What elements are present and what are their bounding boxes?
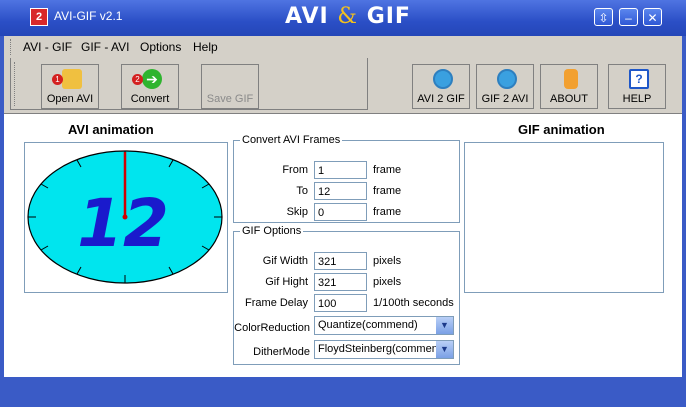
chevron-down-icon[interactable]: ▼ [436,341,453,358]
toolbar-left-group: 1 Open AVI ➔ 2 Convert Save GIF [10,58,368,110]
about-person-icon [564,69,578,89]
frame-delay-unit: 1/100th seconds [373,297,454,309]
gif-width-unit: pixels [373,255,402,267]
minimize-icon: – [625,11,632,25]
close-button[interactable]: ✕ [643,8,662,26]
avi-2-gif-icon [433,69,453,89]
save-gif-label: Save GIF [206,93,254,105]
color-reduction-select[interactable]: Quantize(commend) ▼ [314,316,454,335]
folder-open-icon [62,69,82,89]
help-question-icon: ? [629,69,649,89]
about-label: ABOUT [550,93,588,105]
brand-avi: AVI [285,4,329,29]
close-icon: ✕ [647,11,658,25]
menu-options[interactable]: Options [140,40,181,54]
to-frame-input[interactable]: 12 [314,182,367,200]
step-1-badge-icon: 1 [52,74,63,85]
restore-icon: ⇳ [598,11,609,25]
gif-animation-title: GIF animation [518,122,605,137]
dither-mode-label: DitherMode [253,346,310,358]
avi-2-gif-label: AVI 2 GIF [417,93,465,105]
about-button[interactable]: ABOUT [540,64,598,109]
frame-delay-input[interactable]: 100 [314,294,367,312]
menu-gif-avi[interactable]: GIF - AVI [81,40,129,54]
convert-arrow-icon: ➔ [142,69,162,89]
skip-unit: frame [373,206,402,218]
menu-help[interactable]: Help [193,40,218,54]
chevron-down-icon[interactable]: ▼ [436,317,453,334]
gif-width-label: Gif Width [262,255,308,267]
gif-2-avi-label: GIF 2 AVI [481,93,529,105]
skip-label: Skip [286,206,308,218]
dither-mode-select[interactable]: FloydSteinberg(commend ▼ [314,340,454,359]
menu-bar: AVI - GIF GIF - AVI Options Help [4,36,682,58]
clock-digits: 12 [77,185,169,262]
from-frame-input[interactable]: 1 [314,161,367,179]
help-button[interactable]: ? HELP [608,64,666,109]
menu-avi-gif[interactable]: AVI - GIF [23,40,72,54]
toolbar-grip [14,62,17,106]
gif-height-label: Gif Hight [265,276,308,288]
avi-preview-pane: 12 [24,142,228,293]
restore-button[interactable]: ⇳ [594,8,613,26]
gif-2-avi-button[interactable]: GIF 2 AVI [476,64,534,109]
convert-frames-legend: Convert AVI Frames [242,134,341,146]
main-panel: AVI animation 12 Convert AVI Frames From… [4,113,682,377]
avi-2-gif-button[interactable]: AVI 2 GIF [412,64,470,109]
toolbar: 1 Open AVI ➔ 2 Convert Save GIF AVI 2 GI… [4,58,682,113]
gif-height-unit: pixels [373,276,402,288]
color-reduction-value: Quantize(commend) [318,319,418,331]
open-avi-button[interactable]: 1 Open AVI [41,64,99,109]
title-bar[interactable]: 2 AVI-GIF v2.1 AVI & GIF ⇳ – ✕ [0,0,686,36]
brand-gif: GIF [366,4,411,29]
gif-height-input[interactable]: 321 [314,273,367,291]
convert-label: Convert [130,93,170,105]
save-gif-button[interactable]: Save GIF [201,64,259,109]
gif-options-legend: GIF Options [242,225,302,237]
open-avi-label: Open AVI [46,93,94,105]
color-reduction-label: ColorReduction [234,322,310,334]
gif-preview-pane [464,142,664,293]
frame-delay-label: Frame Delay [245,297,308,309]
brand-ampersand: & [337,4,359,29]
skip-frame-input[interactable]: 0 [314,203,367,221]
app-icon[interactable]: 2 [30,8,48,26]
menu-grip [10,39,13,55]
minimize-button[interactable]: – [619,8,638,26]
gif-width-input[interactable]: 321 [314,252,367,270]
from-label: From [282,164,308,176]
step-2-badge-icon: 2 [132,74,143,85]
clock-center [122,214,128,220]
to-label: To [296,185,308,197]
from-unit: frame [373,164,402,176]
app-window: 2 AVI-GIF v2.1 AVI & GIF ⇳ – ✕ AVI - GIF… [0,0,686,407]
help-label: HELP [622,93,652,105]
window-title: AVI-GIF v2.1 [54,9,123,23]
convert-button[interactable]: ➔ 2 Convert [121,64,179,109]
dither-mode-value: FloydSteinberg(commend [318,343,444,355]
clock-frame-image: 12 [27,150,223,284]
gif-2-avi-icon [497,69,517,89]
brand-logo: AVI & GIF [285,4,411,29]
avi-animation-title: AVI animation [68,122,154,137]
status-bar [4,377,682,403]
to-unit: frame [373,185,402,197]
